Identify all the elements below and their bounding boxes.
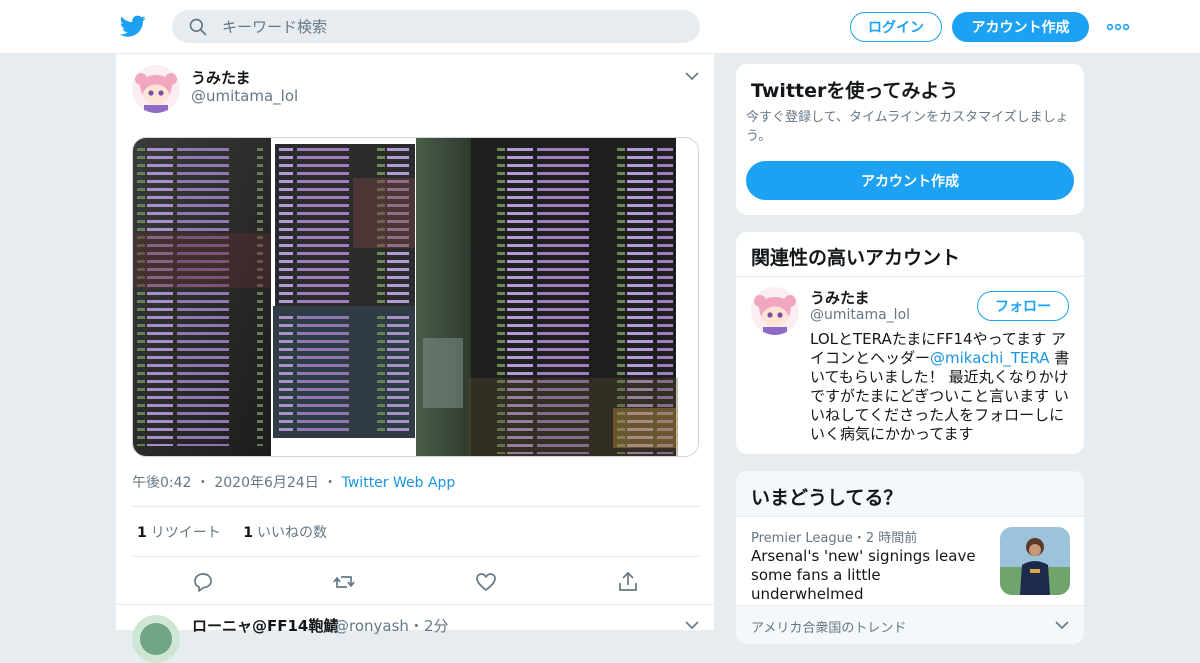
tweet-media-image[interactable]: [132, 137, 699, 457]
search-input[interactable]: [222, 10, 682, 43]
top-navigation-bar: ログイン アカウント作成: [0, 0, 1200, 54]
related-account-bio: LOLとTERAたまにFF14やってます アイコンとヘッダー@mikachi_T…: [810, 330, 1072, 444]
divider: [132, 506, 700, 507]
trend-headline[interactable]: Arsenal's 'new' signings leave some fans…: [751, 547, 991, 604]
search-icon: [189, 18, 207, 36]
tweet-stats: 1 リツイート 1 いいねの数: [137, 522, 345, 542]
retweet-stat[interactable]: 1 リツイート: [137, 525, 221, 541]
related-account-name[interactable]: うみたま: [810, 287, 870, 308]
like-count: 1: [243, 525, 253, 541]
meta-separator: ・: [195, 475, 210, 491]
anime-avatar-icon: [751, 287, 799, 335]
search-box[interactable]: [172, 10, 700, 43]
tweet-detail-column: うみたま @umitama_lol 午後0:42 ・ 2020年6月24日 ・ …: [115, 54, 716, 663]
trends-card: いまどうしてる？ Premier League・2 時間前 Arsenal's …: [735, 470, 1085, 645]
tweet-author-handle[interactable]: @umitama_lol: [191, 87, 298, 105]
trends-title: いまどうしてる？: [751, 487, 903, 509]
next-tweet-age[interactable]: 2分: [424, 617, 449, 635]
trend-age: 2 時間前: [865, 531, 918, 546]
tweet-timestamp-line: 午後0:42 ・ 2020年6月24日 ・ Twitter Web App: [132, 472, 455, 492]
next-tweet-row[interactable]: ローニャ@FF14鞄鯖 @ronyash・2分: [116, 604, 716, 663]
related-accounts-card: 関連性の高いアカウント うみたま @umitama_lol フォロー LOLとT…: [735, 231, 1085, 455]
tweet-author-name[interactable]: うみたま: [191, 67, 251, 88]
football-player-photo: [1000, 527, 1070, 595]
related-account-handle[interactable]: @umitama_lol: [810, 307, 910, 323]
tweet-date[interactable]: 2020年6月24日: [214, 475, 318, 491]
chevron-down-icon[interactable]: [1054, 619, 1070, 631]
signup-button[interactable]: アカウント作成: [952, 12, 1089, 42]
anime-avatar-icon: [132, 65, 180, 113]
avatar[interactable]: [132, 65, 180, 113]
login-button[interactable]: ログイン: [850, 12, 942, 42]
anime-avatar-icon: [132, 615, 180, 663]
divider: [132, 556, 700, 557]
retweet-icon[interactable]: [332, 570, 356, 594]
trend-category: Premier League: [751, 531, 853, 546]
meta-separator: ・: [323, 475, 338, 491]
like-heart-icon[interactable]: [474, 570, 498, 594]
retweet-count: 1: [137, 525, 147, 541]
signup-prompt-title: Twitterを使ってみよう: [751, 80, 959, 102]
avatar[interactable]: [132, 615, 180, 663]
next-tweet-author-name[interactable]: ローニャ@FF14鞄鯖: [192, 615, 338, 636]
next-tweet-meta[interactable]: @ronyash・2分: [334, 615, 448, 636]
reply-icon[interactable]: [191, 570, 215, 594]
like-stat[interactable]: 1 いいねの数: [243, 525, 327, 541]
signup-card-button[interactable]: アカウント作成: [746, 161, 1074, 200]
signup-prompt-card: Twitterを使ってみよう 今すぐ登録して、タイムラインをカスタマイズしましょ…: [735, 63, 1085, 216]
follow-button[interactable]: フォロー: [977, 291, 1069, 321]
avatar[interactable]: [751, 287, 799, 335]
like-stat-label: いいねの数: [256, 525, 327, 541]
divider: [736, 276, 1084, 277]
signup-prompt-subtitle: 今すぐ登録して、タイムラインをカスタマイズしましょう。: [746, 110, 1069, 144]
bio-mention-link[interactable]: @mikachi_TERA: [930, 349, 1050, 367]
tweet-time[interactable]: 午後0:42: [132, 475, 191, 491]
retweet-stat-label: リツイート: [150, 525, 221, 541]
next-tweet-handle[interactable]: @ronyash: [334, 617, 409, 635]
trend-thumbnail[interactable]: [1000, 527, 1070, 595]
tweet-source-link[interactable]: Twitter Web App: [342, 475, 456, 491]
twitter-bird-icon[interactable]: [120, 13, 146, 39]
chevron-down-icon[interactable]: [684, 70, 700, 82]
trend-item-meta: Premier League・2 時間前: [751, 527, 917, 546]
share-icon[interactable]: [616, 570, 640, 594]
more-horizontal-icon[interactable]: [1106, 20, 1130, 34]
game-chat-collage-image: [133, 138, 698, 456]
chevron-down-icon[interactable]: [684, 619, 700, 631]
related-accounts-title: 関連性の高いアカウント: [751, 247, 961, 269]
meta-separator: ・: [852, 531, 866, 546]
trends-location-label: アメリカ合衆国のトレンド: [751, 621, 907, 636]
meta-separator: ・: [408, 617, 424, 635]
